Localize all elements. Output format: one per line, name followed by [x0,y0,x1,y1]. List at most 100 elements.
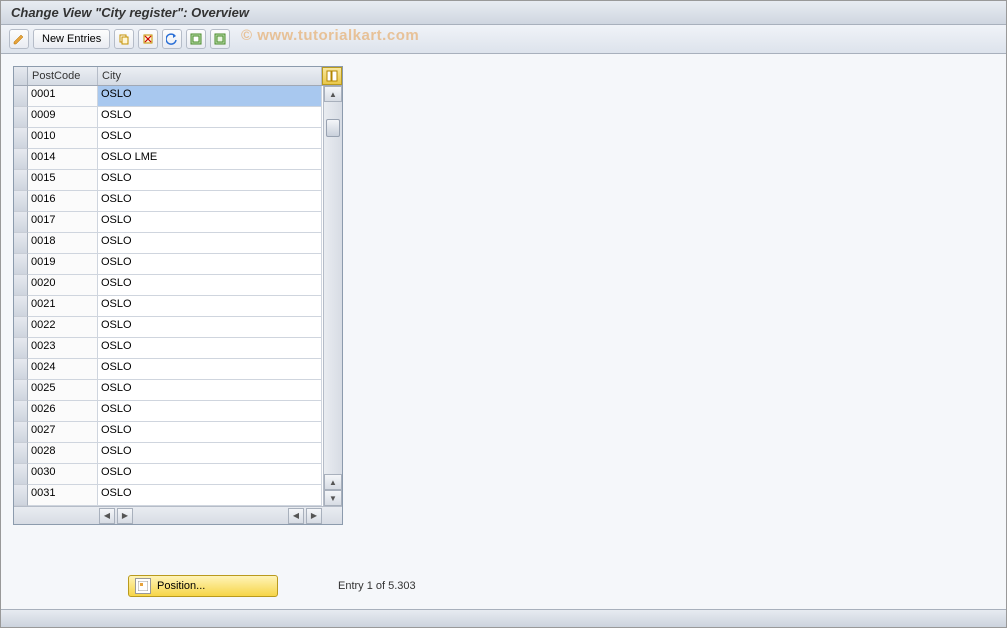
cell-city[interactable]: OSLO [98,422,322,443]
cell-postcode[interactable]: 0027 [28,422,98,443]
table-row: 0025OSLO [14,380,342,401]
cell-city[interactable]: OSLO LME [98,149,322,170]
copy-button[interactable] [114,29,134,49]
table-row: 0022OSLO [14,317,342,338]
table-row: 0009OSLO [14,107,342,128]
cell-postcode[interactable]: 0016 [28,191,98,212]
delete-button[interactable] [138,29,158,49]
change-toggle-button[interactable] [9,29,29,49]
row-selector[interactable] [14,254,28,275]
row-selector[interactable] [14,338,28,359]
cell-city[interactable]: OSLO [98,317,322,338]
position-button[interactable]: Position... [128,575,278,597]
cell-city[interactable]: OSLO [98,359,322,380]
scroll-left-icon[interactable]: ◀ [99,508,115,524]
table-row: 0031OSLO [14,485,342,506]
cell-city[interactable]: OSLO [98,338,322,359]
table-header: PostCode City [14,67,342,86]
table-row: 0024OSLO [14,359,342,380]
cell-postcode[interactable]: 0025 [28,380,98,401]
vertical-scrollbar[interactable]: ▲ ▲ ▼ [323,86,342,506]
column-header-postcode[interactable]: PostCode [28,67,98,85]
header-select-all[interactable] [14,67,28,85]
cell-postcode[interactable]: 0023 [28,338,98,359]
cell-postcode[interactable]: 0010 [28,128,98,149]
row-selector[interactable] [14,212,28,233]
cell-city[interactable]: OSLO [98,275,322,296]
row-selector[interactable] [14,149,28,170]
undo-button[interactable] [162,29,182,49]
toolbar: New Entries © www.tutorialkart.com [1,25,1006,54]
table-row: 0001OSLO [14,86,342,107]
table-row: 0027OSLO [14,422,342,443]
scroll-thumb[interactable] [326,119,340,137]
scroll-far-left-icon[interactable]: ◀ [288,508,304,524]
row-selector[interactable] [14,170,28,191]
row-selector[interactable] [14,317,28,338]
cell-city[interactable]: OSLO [98,380,322,401]
cell-postcode[interactable]: 0017 [28,212,98,233]
cell-postcode[interactable]: 0026 [28,401,98,422]
cell-postcode[interactable]: 0028 [28,443,98,464]
row-selector[interactable] [14,191,28,212]
scroll-down-icon[interactable]: ▼ [324,490,342,506]
cell-city[interactable]: OSLO [98,170,322,191]
table-settings-button[interactable] [322,67,342,85]
row-selector[interactable] [14,107,28,128]
scroll-near-bottom-icon[interactable]: ▲ [324,474,342,490]
cell-city[interactable]: OSLO [98,254,322,275]
cell-city[interactable]: OSLO [98,191,322,212]
row-selector[interactable] [14,233,28,254]
cell-postcode[interactable]: 0021 [28,296,98,317]
status-row: Position... Entry 1 of 5.303 [1,567,1006,605]
cell-postcode[interactable]: 0015 [28,170,98,191]
cell-postcode[interactable]: 0024 [28,359,98,380]
table-row: 0026OSLO [14,401,342,422]
column-header-city[interactable]: City [98,67,322,85]
cell-postcode[interactable]: 0009 [28,107,98,128]
cell-city[interactable]: OSLO [98,128,322,149]
deselect-all-button[interactable] [210,29,230,49]
table-row: 0030OSLO [14,464,342,485]
cell-postcode[interactable]: 0001 [28,86,98,107]
table-row: 0028OSLO [14,443,342,464]
cell-city[interactable]: OSLO [98,401,322,422]
city-register-table: PostCode City ▲ ▲ ▼ 0001OSLO0009OSLO0010… [13,66,343,525]
horizontal-scrollbar[interactable]: ◀ ▶ ◀ ▶ [14,506,342,524]
new-entries-button[interactable]: New Entries [33,29,110,49]
row-selector[interactable] [14,485,28,506]
cell-postcode[interactable]: 0019 [28,254,98,275]
table-row: 0010OSLO [14,128,342,149]
row-selector[interactable] [14,275,28,296]
cell-city[interactable]: OSLO [98,464,322,485]
table-row: 0018OSLO [14,233,342,254]
table-body: ▲ ▲ ▼ 0001OSLO0009OSLO0010OSLO0014OSLO L… [14,86,342,506]
scroll-up-icon[interactable]: ▲ [324,86,342,102]
cell-city[interactable]: OSLO [98,86,322,107]
select-all-button[interactable] [186,29,206,49]
cell-postcode[interactable]: 0022 [28,317,98,338]
cell-city[interactable]: OSLO [98,443,322,464]
cell-postcode[interactable]: 0031 [28,485,98,506]
table-row: 0014OSLO LME [14,149,342,170]
row-selector[interactable] [14,359,28,380]
cell-postcode[interactable]: 0018 [28,233,98,254]
row-selector[interactable] [14,422,28,443]
cell-city[interactable]: OSLO [98,485,322,506]
cell-city[interactable]: OSLO [98,107,322,128]
cell-postcode[interactable]: 0030 [28,464,98,485]
row-selector[interactable] [14,464,28,485]
row-selector[interactable] [14,296,28,317]
cell-postcode[interactable]: 0014 [28,149,98,170]
cell-city[interactable]: OSLO [98,233,322,254]
row-selector[interactable] [14,401,28,422]
row-selector[interactable] [14,443,28,464]
scroll-right-icon[interactable]: ▶ [117,508,133,524]
row-selector[interactable] [14,380,28,401]
scroll-far-right-icon[interactable]: ▶ [306,508,322,524]
row-selector[interactable] [14,86,28,107]
cell-city[interactable]: OSLO [98,296,322,317]
cell-city[interactable]: OSLO [98,212,322,233]
row-selector[interactable] [14,128,28,149]
cell-postcode[interactable]: 0020 [28,275,98,296]
